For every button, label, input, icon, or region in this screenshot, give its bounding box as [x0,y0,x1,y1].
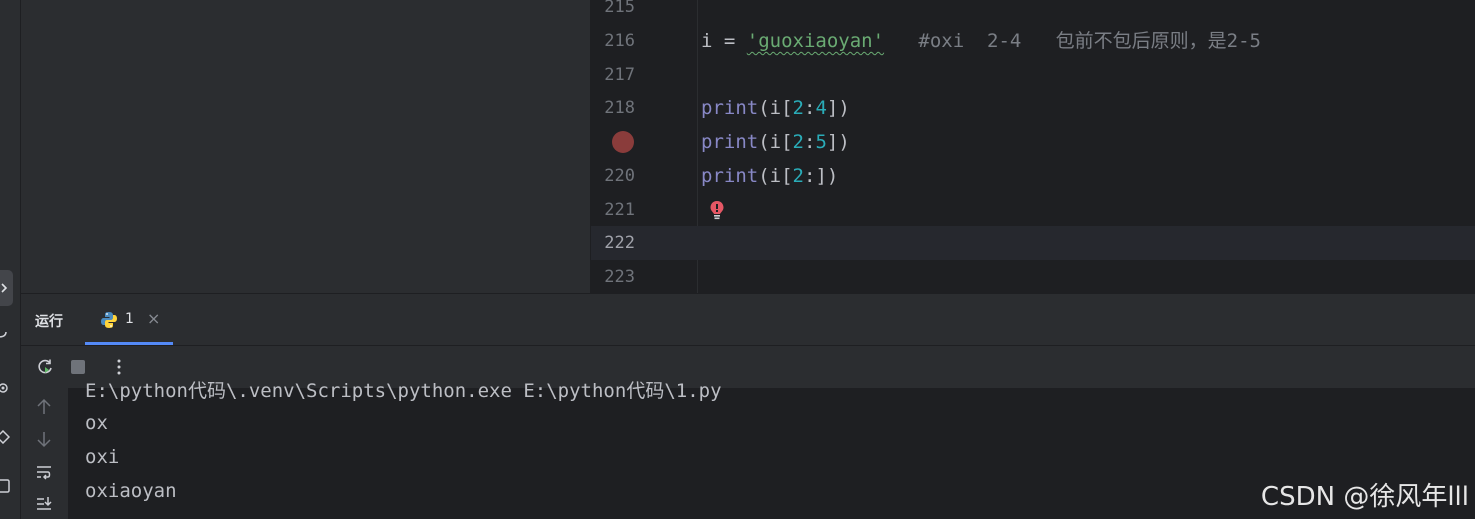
run-tool-strip-button[interactable] [0,270,13,306]
problems-icon[interactable] [0,430,10,444]
console-line: oxiaoyan [85,480,177,502]
console-line: E:\python代码\.venv\Scripts\python.exe E:\… [85,380,722,402]
python-icon [101,312,117,328]
editor-line[interactable]: print(i[2:5]) [591,125,1475,159]
code-number: 4 [815,97,827,119]
project-panel [21,0,591,293]
line-number: 217 [604,65,635,85]
stop-icon[interactable] [69,358,87,376]
code-text: i = 'guoxiaoyan' #oxi 2-4 包前不包后原则，是2-5 [701,31,1261,51]
code-number: 5 [815,131,827,153]
close-icon[interactable]: × [147,309,160,328]
run-header: 运行 1 × [21,294,1475,346]
code-punct: : [803,97,816,119]
console-side-toolbar [21,388,68,519]
run-tool-window: 运行 1 × E:\python代码\.venv\Scripts\python.… [21,293,1475,519]
code-punct: (i[ [758,131,793,153]
terminal-icon[interactable] [0,479,10,493]
code-builtin: print [701,97,759,119]
code-text: print(i[2:5]) [701,132,850,152]
console-output[interactable]: E:\python代码\.venv\Scripts\python.exe E:\… [21,380,1475,519]
code-punct: (i[ [758,97,793,119]
code-builtin: print [701,131,759,153]
arrow-down-icon[interactable] [35,430,53,448]
editor-line[interactable]: 216 i = 'guoxiaoyan' #oxi 2-4 包前不包后原则，是2… [591,24,1475,58]
line-number: 216 [604,31,635,51]
code-punct: ]) [826,97,850,119]
line-number: 223 [604,267,635,287]
code-number: 2 [792,165,804,187]
services-icon[interactable] [0,381,10,395]
line-number: 218 [604,98,635,118]
editor-line[interactable]: 220 print(i[2:]) [591,159,1475,193]
editor-line[interactable]: 223 [591,260,1475,294]
soft-wrap-icon[interactable] [35,463,53,481]
line-number: 222 [604,233,635,253]
editor-line-current[interactable]: 222 [591,226,1475,260]
tool-window-strip [0,0,21,519]
breakpoint-icon[interactable] [612,131,634,153]
code-editor[interactable]: 215 216 i = 'guoxiaoyan' #oxi 2-4 包前不包后原… [591,0,1475,293]
code-punct: : [803,131,816,153]
code-comment: #oxi 2-4 包前不包后原则，是2-5 [918,30,1261,52]
editor-line[interactable]: 221 [591,193,1475,227]
code-punct: : [803,165,816,187]
code-string: 'guoxiaoyan' [746,30,885,52]
line-number: 220 [604,166,635,186]
rerun-icon[interactable] [36,358,54,376]
code-punct: ]) [815,165,839,187]
line-number: 215 [604,0,635,17]
code-punct: ]) [826,131,850,153]
console-line: oxi [85,446,120,468]
console-line: ox [85,412,108,434]
editor-line[interactable]: 215 [591,0,1475,24]
code-operator: = [712,30,747,52]
chevron-right-icon [1,283,8,293]
run-window-title: 运行 [35,314,63,330]
code-number: 2 [792,131,804,153]
editor-line[interactable]: 217 [591,58,1475,92]
error-bulb-icon[interactable] [709,200,725,222]
code-number: 2 [792,97,804,119]
ide-window: 215 216 i = 'guoxiaoyan' #oxi 2-4 包前不包后原… [0,0,1475,519]
run-tab-label: 1 [125,311,134,327]
code-text: print(i[2:]) [701,166,838,186]
watermark: CSDN @徐风年lll [1260,482,1469,512]
git-icon[interactable] [0,330,10,344]
code-builtin: print [701,165,759,187]
line-number: 221 [604,200,635,220]
run-tab[interactable]: 1 × [85,294,173,345]
active-tab-indicator [85,342,173,345]
arrow-up-icon[interactable] [35,398,53,416]
code-punct: (i[ [758,165,793,187]
editor-line[interactable]: 218 print(i[2:4]) [591,91,1475,125]
code-text: print(i[2:4]) [701,98,850,118]
more-vertical-icon[interactable] [110,358,128,376]
scroll-to-end-icon[interactable] [35,495,53,513]
code-variable: i [701,30,713,52]
